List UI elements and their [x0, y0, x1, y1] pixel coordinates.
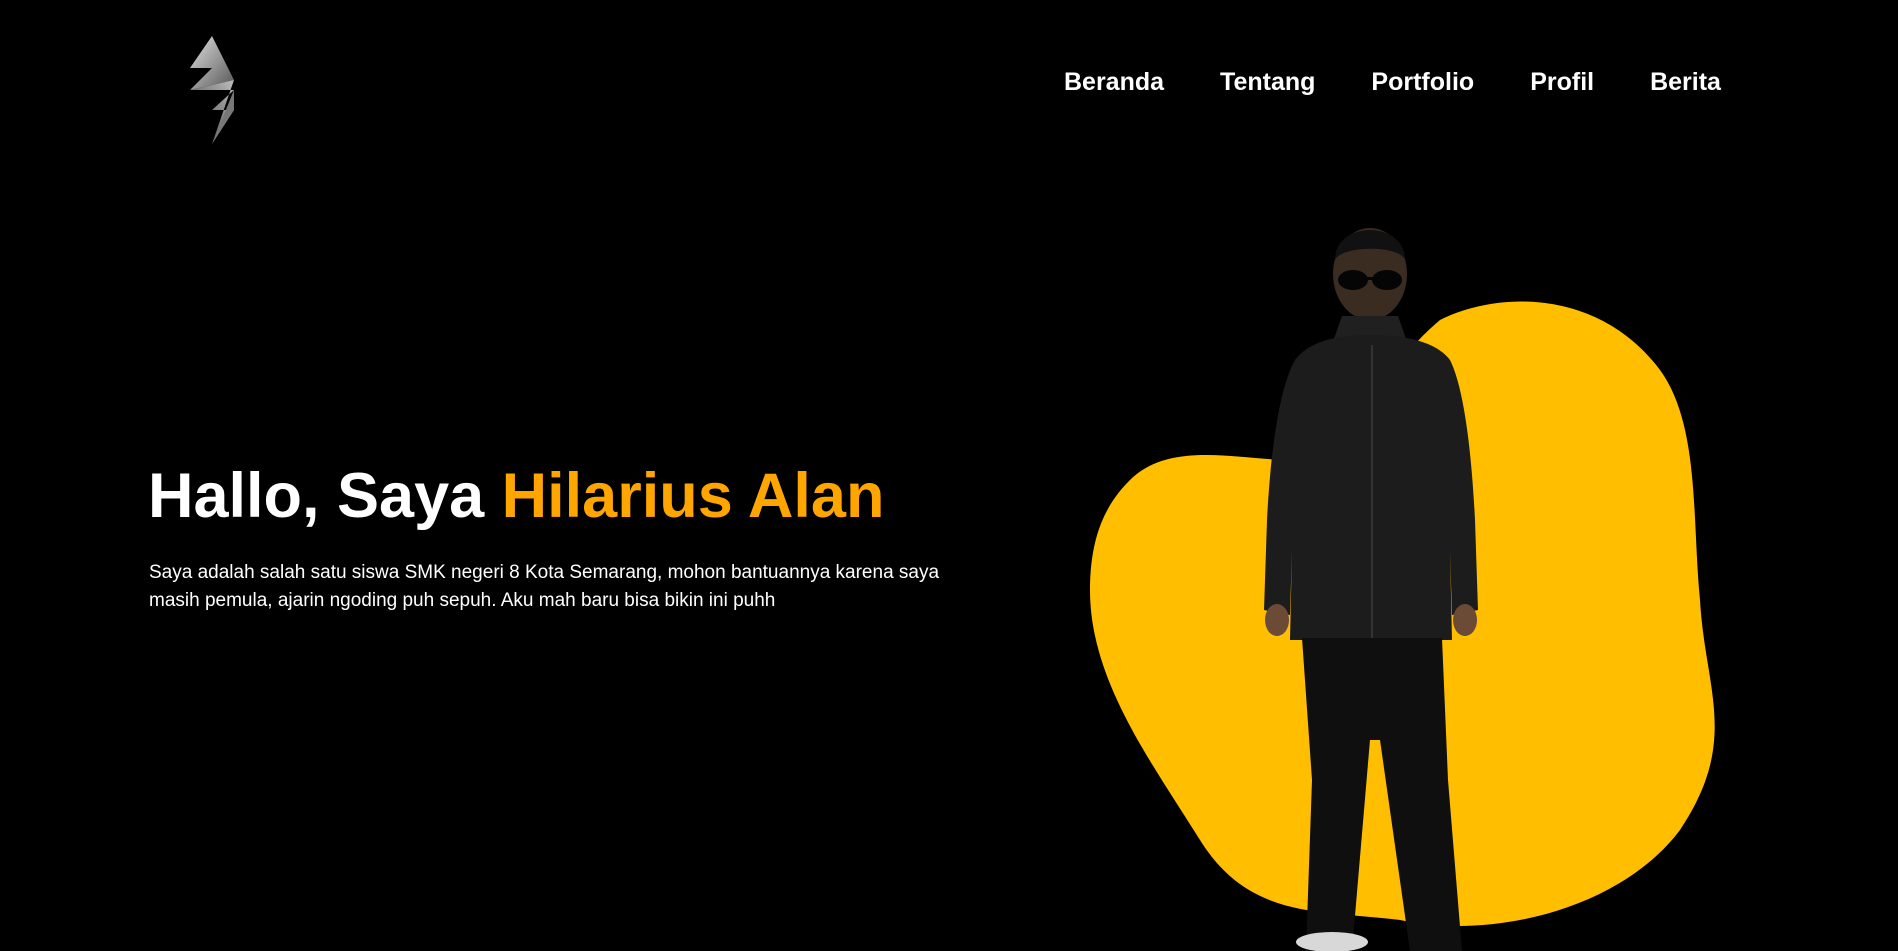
nav-link-portfolio[interactable]: Portfolio	[1371, 68, 1474, 97]
hero-title: Hallo, Saya Hilarius Alan	[148, 461, 885, 531]
page: Beranda Tentang Portfolio Profil Berita …	[0, 0, 1898, 951]
main-nav: Beranda Tentang Portfolio Profil Berita	[1064, 68, 1721, 97]
hero-description: Saya adalah salah satu siswa SMK negeri …	[149, 562, 940, 611]
nav-link-beranda[interactable]: Beranda	[1064, 68, 1164, 97]
logo-icon[interactable]	[182, 34, 242, 146]
nav-link-berita[interactable]: Berita	[1650, 68, 1721, 97]
hero-greeting: Hallo, Saya	[148, 461, 502, 531]
hero-portrait-image	[1090, 228, 1715, 951]
nav-link-profil[interactable]: Profil	[1530, 68, 1594, 97]
nav-link-tentang[interactable]: Tentang	[1220, 68, 1315, 97]
hero-name: Hilarius Alan	[501, 461, 885, 531]
